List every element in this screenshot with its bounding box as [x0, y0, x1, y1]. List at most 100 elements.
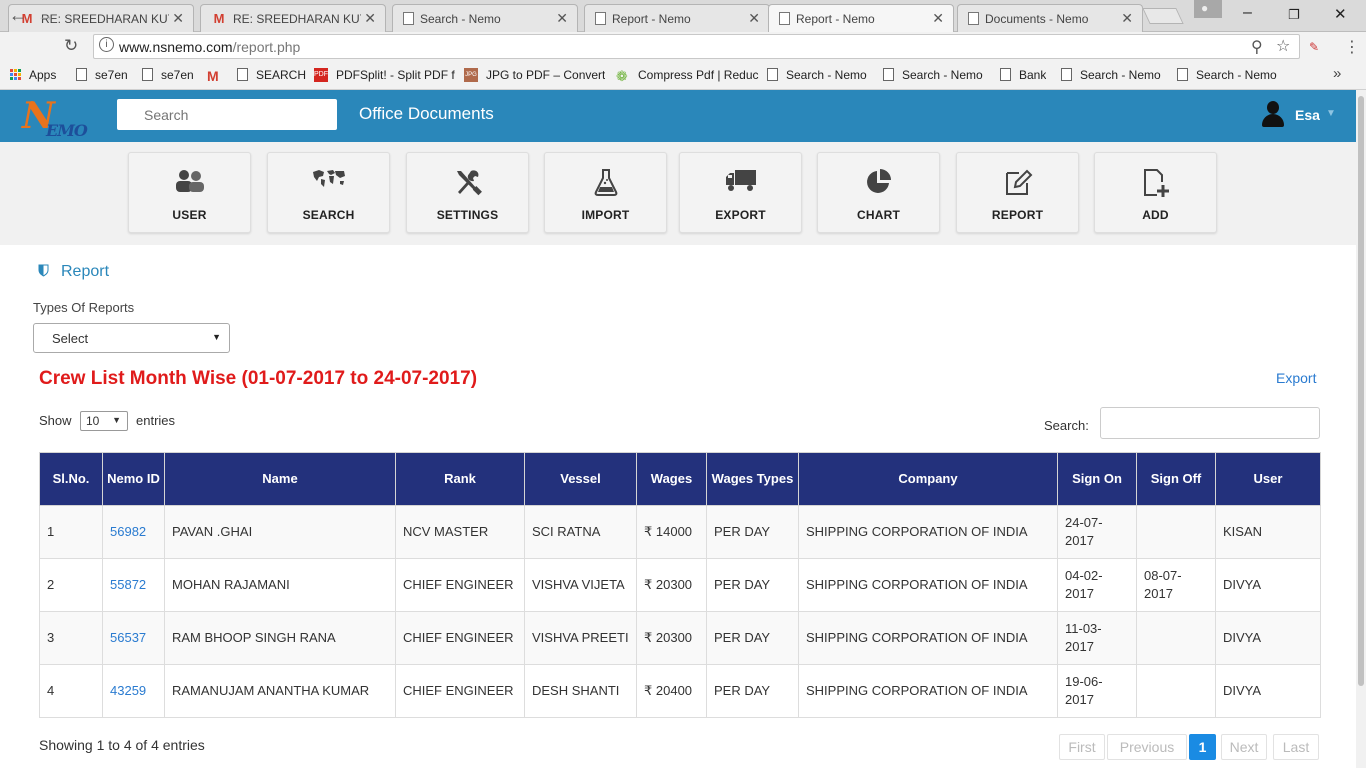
- bookmark-item[interactable]: se7en: [142, 67, 194, 82]
- tools-icon: [407, 167, 528, 197]
- apps-grid-icon: [10, 69, 21, 81]
- minimize-button[interactable]: –: [1243, 4, 1252, 22]
- bookmark-item[interactable]: JPG JPG to PDF – Convert: [464, 67, 605, 82]
- nemo-id-link[interactable]: 56982: [102, 505, 165, 559]
- pagination-previous[interactable]: Previous: [1107, 734, 1187, 760]
- nemo-id-link[interactable]: 43259: [102, 664, 165, 718]
- table-search-input[interactable]: [1100, 407, 1320, 439]
- browser-tab[interactable]: M RE: SREEDHARAN KUTT ✕: [8, 4, 194, 32]
- restore-button[interactable]: ❐: [1288, 7, 1300, 23]
- bookmark-item[interactable]: SEARCH: [237, 67, 306, 82]
- module-button-add[interactable]: ADD: [1094, 152, 1217, 233]
- pagination-1[interactable]: 1: [1189, 734, 1216, 760]
- forward-button[interactable]: →: [37, 5, 55, 26]
- user-avatar-icon[interactable]: [1262, 101, 1284, 127]
- module-button-settings[interactable]: SETTINGS: [406, 152, 529, 233]
- bookmark-item[interactable]: ❁ Compress Pdf | Reduc: [616, 67, 759, 85]
- column-header[interactable]: Sign On: [1057, 452, 1137, 506]
- nemo-id-link[interactable]: 56537: [102, 611, 165, 665]
- table-cell: DIVYA: [1215, 558, 1321, 612]
- header-search-input[interactable]: [117, 99, 337, 130]
- table-cell: [1136, 611, 1216, 665]
- module-button-export[interactable]: EXPORT: [679, 152, 802, 233]
- close-tab-icon[interactable]: ✕: [1121, 10, 1133, 27]
- pdf-extension-icon[interactable]: ✎: [1309, 40, 1319, 54]
- bookmark-item[interactable]: Search - Nemo: [1177, 67, 1277, 82]
- user-menu-name[interactable]: Esa: [1295, 107, 1320, 123]
- column-header[interactable]: Wages Types: [706, 452, 799, 506]
- browser-tab[interactable]: Search - Nemo ✕: [392, 4, 578, 32]
- module-button-import[interactable]: IMPORT: [544, 152, 667, 233]
- types-of-reports-label: Types Of Reports: [33, 300, 135, 315]
- tab-label: Search - Nemo: [420, 11, 501, 26]
- browser-tab[interactable]: M RE: SREEDHARAN KUTT ✕: [200, 4, 386, 32]
- bookmark-item[interactable]: Apps: [10, 67, 56, 82]
- nemo-id-link[interactable]: 55872: [102, 558, 165, 612]
- close-window-button[interactable]: ✕: [1334, 5, 1347, 23]
- table-cell: PER DAY: [706, 505, 799, 559]
- browser-tab[interactable]: Documents - Nemo ✕: [957, 4, 1143, 32]
- url-text[interactable]: www.nsnemo.com/report.php: [119, 39, 300, 55]
- close-tab-icon[interactable]: ✕: [556, 10, 568, 27]
- bookmark-label: Bank: [1019, 67, 1047, 82]
- module-label: CHART: [857, 208, 900, 222]
- pagination-last[interactable]: Last: [1273, 734, 1319, 760]
- column-header[interactable]: Vessel: [524, 452, 637, 506]
- table-cell: RAMANUJAM ANANTHA KUMAR: [164, 664, 396, 718]
- bookmark-star-icon[interactable]: ☆: [1276, 36, 1290, 56]
- bookmark-label: PDFSplit! - Split PDF f: [336, 67, 455, 82]
- bookmark-item[interactable]: Search - Nemo: [883, 67, 983, 82]
- close-tab-icon[interactable]: ✕: [932, 10, 944, 27]
- module-button-user[interactable]: USER: [128, 152, 251, 233]
- breadcrumb-report[interactable]: Report: [61, 263, 109, 281]
- reload-button[interactable]: ↻: [64, 36, 78, 56]
- module-button-search[interactable]: SEARCH: [267, 152, 390, 233]
- table-cell: 4: [39, 664, 103, 718]
- browser-tab[interactable]: Report - Nemo ✕: [768, 4, 954, 32]
- pagination-first[interactable]: First: [1059, 734, 1105, 760]
- bookmark-label: se7en: [95, 67, 128, 82]
- pagination-next[interactable]: Next: [1221, 734, 1267, 760]
- column-header[interactable]: Rank: [395, 452, 525, 506]
- column-header[interactable]: User: [1215, 452, 1321, 506]
- url-path: /report.php: [232, 39, 301, 55]
- column-header[interactable]: Sign Off: [1136, 452, 1216, 506]
- bookmark-item[interactable]: Search - Nemo: [1061, 67, 1161, 82]
- entries-per-page-select[interactable]: 10 ▼: [80, 411, 128, 431]
- close-tab-icon[interactable]: ✕: [172, 10, 184, 27]
- browser-tab[interactable]: Report - Nemo ✕: [584, 4, 770, 32]
- module-label: IMPORT: [581, 208, 630, 222]
- browser-menu-icon[interactable]: ⋮: [1344, 37, 1360, 57]
- module-button-report[interactable]: REPORT: [956, 152, 1079, 233]
- zoom-icon[interactable]: ⚲: [1251, 37, 1263, 57]
- column-header[interactable]: Nemo ID: [102, 452, 165, 506]
- close-tab-icon[interactable]: ✕: [748, 10, 760, 27]
- bookmark-item[interactable]: Search - Nemo: [767, 67, 867, 82]
- column-header[interactable]: Wages: [636, 452, 707, 506]
- bookmark-label: Search - Nemo: [1196, 67, 1277, 82]
- scrollbar-thumb[interactable]: [1358, 96, 1364, 686]
- bookmark-item[interactable]: M: [207, 67, 227, 84]
- table-cell: PER DAY: [706, 558, 799, 612]
- caret-down-icon[interactable]: ▼: [1326, 108, 1336, 119]
- export-link[interactable]: Export: [1276, 370, 1316, 386]
- truck-icon: [680, 167, 801, 197]
- bookmark-item[interactable]: se7en: [76, 67, 128, 82]
- edit-icon: [957, 167, 1078, 197]
- column-header[interactable]: Name: [164, 452, 396, 506]
- module-button-chart[interactable]: CHART: [817, 152, 940, 233]
- table-cell: SHIPPING CORPORATION OF INDIA: [798, 505, 1058, 559]
- bookmark-item[interactable]: PDF PDFSplit! - Split PDF f: [314, 67, 455, 82]
- close-tab-icon[interactable]: ✕: [364, 10, 376, 27]
- new-tab-button[interactable]: [1142, 8, 1184, 24]
- column-header[interactable]: Sl.No.: [39, 452, 103, 506]
- bookmarks-overflow-icon[interactable]: »: [1333, 65, 1341, 82]
- bookmark-item[interactable]: Bank: [1000, 67, 1046, 82]
- column-header[interactable]: Company: [798, 452, 1058, 506]
- site-info-icon[interactable]: i: [99, 37, 114, 52]
- nemo-logo[interactable]: N EMO: [18, 95, 98, 141]
- report-type-select[interactable]: Select ▼: [33, 323, 230, 353]
- gmail-icon: M: [213, 10, 225, 26]
- table-row: 1 56982 PAVAN .GHAI NCV MASTER SCI RATNA ₹ 14…: [39, 505, 1321, 559]
- back-button[interactable]: ←: [9, 5, 27, 26]
